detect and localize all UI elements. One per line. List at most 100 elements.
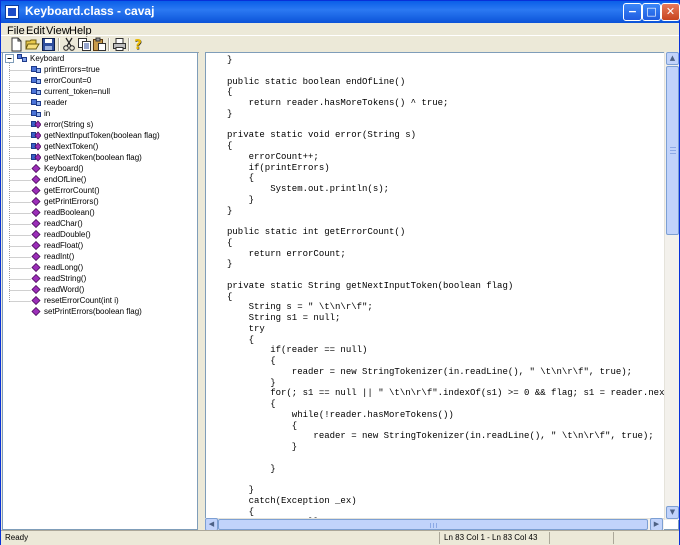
thumb-grip [670, 150, 676, 151]
method-icon [31, 307, 41, 316]
title-bar[interactable]: Keyboard.class - cavaj − □ ✕ [1, 1, 680, 23]
field-icon [31, 88, 41, 95]
open-folder-icon[interactable] [25, 37, 40, 52]
method-icon [31, 208, 41, 217]
status-divider [439, 532, 440, 544]
private-method-icon [31, 120, 41, 129]
tree-item[interactable]: getPrintErrors() [31, 196, 99, 207]
vertical-scrollbar[interactable]: ▲ ▼ [664, 52, 679, 520]
tree-item-label: current_token=null [44, 87, 111, 96]
tree-item-label: errorCount=0 [44, 76, 92, 85]
tree-item[interactable]: readChar() [31, 218, 83, 229]
code-line: private static void error(String s) [227, 130, 417, 141]
tree-item[interactable]: Keyboard() [31, 163, 84, 174]
source-code-editor[interactable]: } public static boolean endOfLine(){ retu… [205, 52, 679, 530]
code-line: { [227, 291, 233, 302]
new-file-icon[interactable] [9, 37, 24, 52]
horizontal-scroll-thumb[interactable] [218, 519, 648, 530]
code-line: try [227, 323, 265, 334]
tree-item-label: readChar() [44, 219, 83, 228]
tree-item[interactable]: error(String s) [31, 119, 93, 130]
method-icon [31, 186, 41, 195]
status-divider [613, 532, 614, 544]
tree-item[interactable]: getErrorCount() [31, 185, 100, 196]
status-divider [549, 532, 550, 544]
tree-item[interactable]: readLong() [31, 262, 83, 273]
tree-item-label: Keyboard() [44, 164, 84, 173]
copy-icon[interactable] [77, 37, 92, 52]
maximize-button[interactable]: □ [642, 3, 661, 21]
thumb-grip [670, 153, 676, 154]
tree-item-label: getNextToken(boolean flag) [44, 153, 142, 162]
tree-item-label: in [44, 109, 51, 118]
application-window: Keyboard.class - cavaj − □ ✕ File Edit V… [0, 0, 680, 545]
scroll-up-button[interactable]: ▲ [666, 52, 679, 65]
thumb-grip [433, 523, 434, 528]
tree-item-label: readInt() [44, 252, 75, 261]
tree-item-label: readFloat() [44, 241, 84, 250]
tree-item[interactable]: endOfLine() [31, 174, 86, 185]
code-line: errorCount++; [227, 151, 319, 162]
tree-item[interactable]: printErrors=true [31, 64, 100, 75]
thumb-grip [436, 523, 437, 528]
method-icon [31, 296, 41, 305]
tree-item[interactable]: readDouble() [31, 229, 91, 240]
paste-icon[interactable] [92, 37, 107, 52]
tree-item[interactable]: getNextToken(boolean flag) [31, 152, 142, 163]
method-icon [31, 274, 41, 283]
tree-item-label: getNextInputToken(boolean flag) [44, 131, 160, 140]
scroll-down-button[interactable]: ▼ [666, 506, 679, 519]
tree-item-label: getErrorCount() [44, 186, 100, 195]
tree-item-label: printErrors=true [44, 65, 100, 74]
close-button[interactable]: ✕ [661, 3, 680, 21]
tree-item[interactable]: readInt() [31, 251, 74, 262]
status-cursor-position: Ln 83 Col 1 - Ln 83 Col 43 [444, 533, 538, 542]
code-line: reader = new StringTokenizer(in.readLine… [227, 366, 633, 377]
tree-item[interactable]: in [31, 108, 50, 119]
toolbar-separator [108, 38, 110, 51]
tree-item[interactable]: readString() [31, 273, 86, 284]
tree-item[interactable]: getNextToken() [31, 141, 98, 152]
tree-item-label: resetErrorCount(int i) [44, 296, 119, 305]
minimize-button[interactable]: − [623, 3, 642, 21]
method-icon [31, 241, 41, 250]
field-icon [31, 99, 41, 106]
print-icon[interactable] [112, 37, 127, 52]
code-line: String s = " \t\n\r\f"; [227, 302, 373, 313]
cut-icon[interactable] [62, 37, 77, 52]
save-icon[interactable] [41, 37, 56, 52]
code-line: { [227, 506, 255, 517]
tree-item[interactable]: reader [31, 97, 67, 108]
tree-item[interactable]: resetErrorCount(int i) [31, 295, 119, 306]
code-line: { [227, 173, 255, 184]
tree-item[interactable]: readBoolean() [31, 207, 95, 218]
code-line: } [227, 463, 276, 474]
tree-root-keyboard[interactable]: Keyboard [17, 53, 64, 64]
code-line: reader = new StringTokenizer(in.readLine… [227, 431, 654, 442]
code-line: return reader.hasMoreTokens() ^ true; [227, 98, 449, 108]
tree-item[interactable]: readFloat() [31, 240, 83, 251]
field-icon [31, 77, 41, 84]
code-line: if(printErrors) [227, 162, 330, 173]
tree-item[interactable]: current_token=null [31, 86, 110, 97]
horizontal-scrollbar[interactable]: ◀ ▶ [205, 518, 664, 531]
tree-item[interactable]: errorCount=0 [31, 75, 91, 86]
code-line: return errorCount; [227, 248, 346, 259]
code-line: public static int getErrorCount() [227, 227, 406, 237]
tree-item[interactable]: readWord() [31, 284, 84, 295]
method-icon [31, 252, 41, 261]
class-tree-panel[interactable]: Keyboard printErrors=true errorCount=0 cur… [2, 52, 198, 530]
code-line: } [227, 205, 233, 216]
window-title: Keyboard.class - cavaj [25, 4, 155, 18]
code-line: { [227, 420, 298, 431]
code-line: { [227, 334, 255, 345]
tree-item[interactable]: setPrintErrors(boolean flag) [31, 306, 142, 317]
method-icon [31, 175, 41, 184]
vertical-scroll-thumb[interactable] [666, 66, 679, 235]
tree-item[interactable]: getNextInputToken(boolean flag) [31, 130, 160, 141]
help-icon[interactable]: ? ? [131, 37, 146, 52]
tree-item-label: readString() [44, 274, 87, 283]
tree-item-label: getPrintErrors() [44, 197, 99, 206]
code-line: } [227, 55, 233, 65]
field-icon [31, 110, 41, 117]
